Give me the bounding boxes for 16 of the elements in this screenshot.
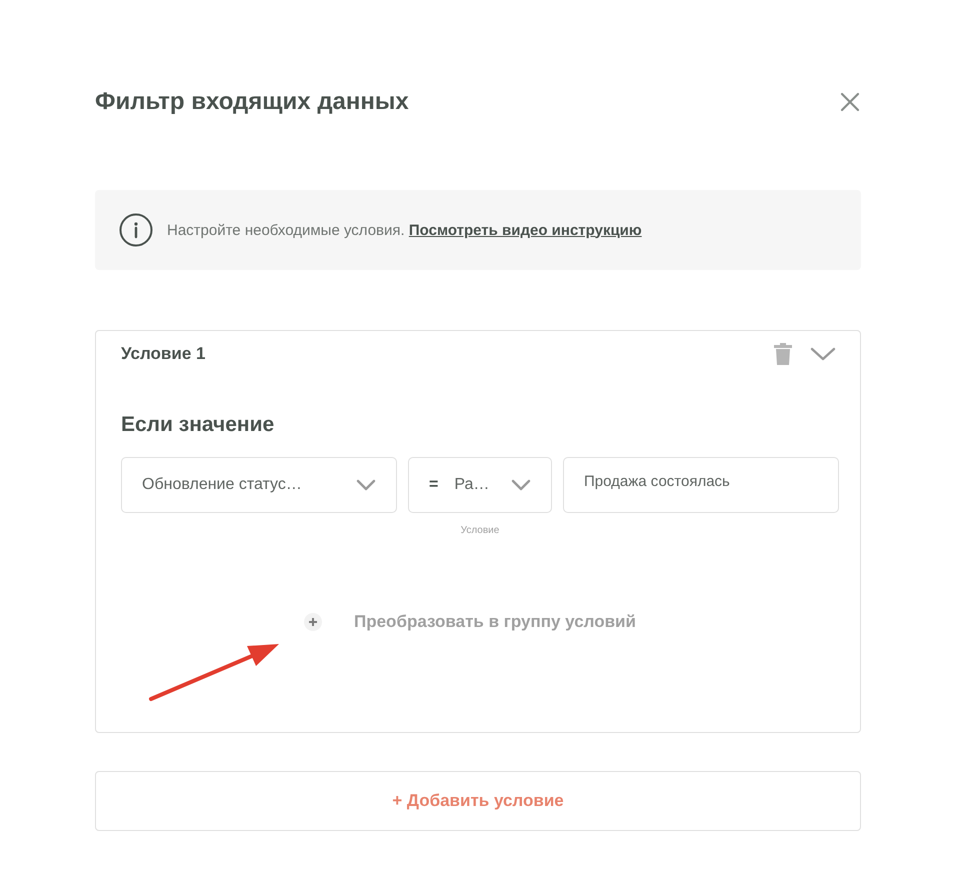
field-caption: Условие — [460, 525, 500, 536]
plus-icon — [304, 613, 322, 631]
input-field[interactable]: Продажа состоялась — [563, 457, 839, 513]
section-heading: Если значение — [121, 413, 276, 437]
dropdown-field[interactable]: Обновление статус… — [121, 457, 397, 513]
close-icon[interactable] — [839, 91, 861, 113]
expand-toggle-icon[interactable] — [810, 346, 836, 362]
dialog-title: Фильтр входящих данных — [95, 88, 409, 116]
dropdown-field[interactable]: = Ра… — [408, 457, 552, 513]
chevron-down-icon — [511, 479, 531, 491]
info-icon — [119, 213, 153, 247]
condition-title: Условие 1 — [121, 344, 206, 364]
delete-icon[interactable] — [774, 343, 792, 365]
info-text: Настройте необходимые условия. Посмотреть видео инструкцию — [167, 222, 642, 238]
chevron-down-icon — [356, 479, 376, 491]
video-instruction-link[interactable]: Посмотреть видео инструкцию — [408, 222, 642, 238]
